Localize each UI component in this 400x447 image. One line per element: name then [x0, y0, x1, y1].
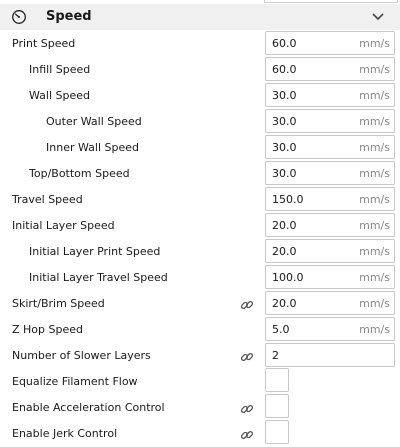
setting-label: Enable Jerk Control — [12, 427, 118, 440]
category-header-speed[interactable]: Speed — [0, 4, 400, 30]
field-unit: mm/s — [359, 297, 390, 310]
field-value: 2 — [272, 349, 279, 362]
outer-wall-speed-input[interactable]: 30.0 mm/s — [265, 109, 395, 133]
field-value: 20.0 — [272, 297, 297, 310]
link-icon[interactable] — [240, 298, 254, 312]
field-unit: mm/s — [359, 245, 390, 258]
setting-label: Wall Speed — [29, 89, 91, 102]
equalize-filament-flow-checkbox[interactable] — [265, 368, 289, 392]
field-value: 20.0 — [272, 245, 297, 258]
initial-layer-travel-speed-input[interactable]: 100.0 mm/s — [265, 265, 395, 289]
setting-row-outer-wall-speed: Outer Wall Speed 30.0 mm/s — [0, 109, 400, 135]
setting-row-travel-speed: Travel Speed 150.0 mm/s — [0, 187, 400, 213]
setting-row-enable-acceleration-control: Enable Acceleration Control — [0, 394, 400, 421]
setting-row-initial-layer-print-speed: Initial Layer Print Speed 20.0 mm/s — [0, 239, 400, 265]
enable-acceleration-control-checkbox[interactable] — [265, 394, 289, 418]
setting-label: Print Speed — [12, 37, 76, 50]
link-icon[interactable] — [240, 428, 254, 442]
field-value: 30.0 — [272, 167, 297, 180]
skirt-brim-speed-input[interactable]: 20.0 mm/s — [265, 291, 395, 315]
setting-label: Equalize Filament Flow — [12, 375, 138, 388]
setting-label: Initial Layer Travel Speed — [29, 271, 168, 284]
field-value: 100.0 — [272, 271, 304, 284]
field-value: 30.0 — [272, 89, 297, 102]
setting-label: Outer Wall Speed — [46, 115, 142, 128]
setting-label: Top/Bottom Speed — [29, 167, 130, 180]
setting-row-initial-layer-speed: Initial Layer Speed 20.0 mm/s — [0, 213, 400, 239]
field-unit: mm/s — [359, 167, 390, 180]
setting-label: Travel Speed — [12, 193, 83, 206]
initial-layer-print-speed-input[interactable]: 20.0 mm/s — [265, 239, 395, 263]
print-speed-input[interactable]: 60.0 mm/s — [265, 31, 395, 55]
field-unit: mm/s — [359, 271, 390, 284]
setting-row-skirt-brim-speed: Skirt/Brim Speed 20.0 mm/s — [0, 291, 400, 317]
chevron-down-icon[interactable] — [371, 12, 385, 22]
field-unit: mm/s — [359, 323, 390, 336]
setting-label: Number of Slower Layers — [12, 349, 151, 362]
wall-speed-input[interactable]: 30.0 mm/s — [265, 83, 395, 107]
field-value: 30.0 — [272, 141, 297, 154]
previous-setting-field-edge — [264, 0, 398, 3]
setting-row-inner-wall-speed: Inner Wall Speed 30.0 mm/s — [0, 135, 400, 161]
setting-label: Z Hop Speed — [12, 323, 83, 336]
setting-row-wall-speed: Wall Speed 30.0 mm/s — [0, 83, 400, 109]
infill-speed-input[interactable]: 60.0 mm/s — [265, 57, 395, 81]
link-icon[interactable] — [240, 402, 254, 416]
setting-label: Skirt/Brim Speed — [12, 297, 105, 310]
setting-label: Initial Layer Print Speed — [29, 245, 161, 258]
setting-label: Initial Layer Speed — [12, 219, 115, 232]
field-value: 60.0 — [272, 37, 297, 50]
field-unit: mm/s — [359, 193, 390, 206]
field-value: 150.0 — [272, 193, 304, 206]
link-icon[interactable] — [240, 350, 254, 364]
setting-row-initial-layer-travel-speed: Initial Layer Travel Speed 100.0 mm/s — [0, 265, 400, 291]
number-of-slower-layers-input[interactable]: 2 — [265, 343, 395, 367]
field-unit: mm/s — [359, 37, 390, 50]
enable-jerk-control-checkbox[interactable] — [265, 420, 289, 444]
field-value: 5.0 — [272, 323, 290, 336]
setting-row-z-hop-speed: Z Hop Speed 5.0 mm/s — [0, 317, 400, 343]
field-unit: mm/s — [359, 89, 390, 102]
field-unit: mm/s — [359, 63, 390, 76]
setting-row-equalize-filament-flow: Equalize Filament Flow — [0, 368, 400, 395]
field-value: 20.0 — [272, 219, 297, 232]
field-unit: mm/s — [359, 141, 390, 154]
inner-wall-speed-input[interactable]: 30.0 mm/s — [265, 135, 395, 159]
top-bottom-speed-input[interactable]: 30.0 mm/s — [265, 161, 395, 185]
z-hop-speed-input[interactable]: 5.0 mm/s — [265, 317, 395, 341]
setting-label: Enable Acceleration Control — [12, 401, 165, 414]
setting-row-infill-speed: Infill Speed 60.0 mm/s — [0, 57, 400, 83]
setting-label: Infill Speed — [29, 63, 91, 76]
setting-row-enable-jerk-control: Enable Jerk Control — [0, 420, 400, 447]
setting-row-print-speed: Print Speed 60.0 mm/s — [0, 31, 400, 57]
field-unit: mm/s — [359, 219, 390, 232]
setting-row-number-of-slower-layers: Number of Slower Layers 2 — [0, 343, 400, 369]
initial-layer-speed-input[interactable]: 20.0 mm/s — [265, 213, 395, 237]
category-title: Speed — [46, 9, 92, 24]
field-value: 30.0 — [272, 115, 297, 128]
speedometer-icon — [12, 10, 26, 24]
travel-speed-input[interactable]: 150.0 mm/s — [265, 187, 395, 211]
field-value: 60.0 — [272, 63, 297, 76]
setting-label: Inner Wall Speed — [46, 141, 139, 154]
setting-row-top-bottom-speed: Top/Bottom Speed 30.0 mm/s — [0, 161, 400, 187]
field-unit: mm/s — [359, 115, 390, 128]
